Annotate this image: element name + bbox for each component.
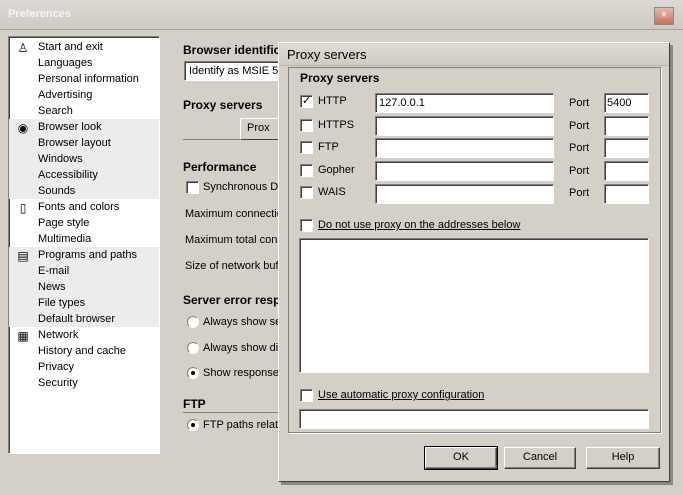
sidebar-group-browser: ◉ Browser look Browser layout Windows Ac… xyxy=(9,119,159,199)
http-server-input[interactable]: 127.0.0.1 xyxy=(375,93,554,113)
sidebar-item-search[interactable]: Search xyxy=(9,103,159,119)
window-titlebar: Preferences × xyxy=(0,0,683,30)
https-label: HTTPS xyxy=(318,119,355,131)
ftp-port-input[interactable] xyxy=(604,138,649,158)
https-checkbox[interactable] xyxy=(300,119,313,132)
close-icon[interactable]: × xyxy=(654,7,674,25)
http-port-label: Port xyxy=(569,97,590,109)
show-response-radio[interactable] xyxy=(187,367,199,379)
sidebar-group-programs: ▤ Programs and paths E-mail News File ty… xyxy=(9,247,159,327)
gopher-port-input[interactable] xyxy=(604,161,649,181)
gopher-checkbox[interactable] xyxy=(300,164,313,177)
sidebar-item-fonts-and-colors[interactable]: Fonts and colors xyxy=(9,199,159,215)
network-buffer-label: Size of network buff xyxy=(185,260,282,272)
gopher-label: Gopher xyxy=(318,164,355,176)
sidebar-group-page: ▯ Fonts and colors Page style Multimedia xyxy=(9,199,159,247)
document-icon: ▯ xyxy=(19,201,27,215)
http-label: HTTP xyxy=(318,95,347,107)
sidebar: ♙ Start and exit Languages Personal info… xyxy=(8,36,160,454)
auto-config-label: Use automatic proxy configuration xyxy=(318,389,485,401)
programs-icon: ▤ xyxy=(17,249,29,263)
person-icon: ♙ xyxy=(17,41,29,55)
auto-config-checkbox[interactable] xyxy=(300,389,313,402)
sidebar-group-network: ▦ Network History and cache Privacy Secu… xyxy=(9,327,159,391)
max-total-connections-label: Maximum total conn xyxy=(185,234,284,246)
sidebar-item-sounds[interactable]: Sounds xyxy=(9,183,159,199)
eye-icon: ◉ xyxy=(17,121,29,135)
sidebar-item-programs-and-paths[interactable]: Programs and paths xyxy=(9,247,159,263)
wais-server-input[interactable] xyxy=(375,184,554,204)
always-show-server-radio[interactable] xyxy=(187,316,199,328)
sidebar-item-advertising[interactable]: Advertising xyxy=(9,87,159,103)
always-show-dialog-radio[interactable] xyxy=(187,342,199,354)
wais-label: WAIS xyxy=(318,186,346,198)
dialog-titlebar: Proxy servers xyxy=(280,44,668,66)
sidebar-item-page-style[interactable]: Page style xyxy=(9,215,159,231)
sidebar-item-privacy[interactable]: Privacy xyxy=(9,359,159,375)
window-title: Preferences xyxy=(8,8,71,20)
server-error-heading: Server error respo xyxy=(183,293,288,307)
divider xyxy=(183,412,278,413)
sidebar-item-accessibility[interactable]: Accessibility xyxy=(9,167,159,183)
https-server-input[interactable] xyxy=(375,116,554,136)
ftp-heading: FTP xyxy=(183,397,206,411)
proxy-heading: Proxy servers xyxy=(183,98,263,112)
no-proxy-list[interactable] xyxy=(299,238,649,373)
wais-port-input[interactable] xyxy=(604,184,649,204)
dialog-title: Proxy servers xyxy=(287,47,367,62)
http-port-input[interactable]: 5400 xyxy=(604,93,649,113)
sidebar-item-browser-look[interactable]: Browser look xyxy=(9,119,159,135)
ftp-port-label: Port xyxy=(569,142,590,154)
sidebar-group-general: ♙ Start and exit Languages Personal info… xyxy=(9,39,159,119)
https-port-input[interactable] xyxy=(604,116,649,136)
help-button[interactable]: Help xyxy=(586,447,660,469)
https-port-label: Port xyxy=(569,120,590,132)
synchronous-dns-checkbox[interactable] xyxy=(186,181,199,194)
no-proxy-checkbox[interactable] xyxy=(300,219,313,232)
show-response-label: Show response xyxy=(203,367,279,379)
max-connections-label: Maximum connectio xyxy=(185,208,283,220)
ftp-label: FTP xyxy=(318,141,339,153)
proxy-servers-group-label: Proxy servers xyxy=(300,71,380,85)
no-proxy-label: Do not use proxy on the addresses below xyxy=(318,219,521,231)
sidebar-item-history-and-cache[interactable]: History and cache xyxy=(9,343,159,359)
http-checkbox[interactable]: ✓ xyxy=(300,95,313,108)
sidebar-item-languages[interactable]: Languages xyxy=(9,55,159,71)
sidebar-item-browser-layout[interactable]: Browser layout xyxy=(9,135,159,151)
sidebar-item-security[interactable]: Security xyxy=(9,375,159,391)
browser-identification-select[interactable]: Identify as MSIE 5 xyxy=(184,61,284,81)
gopher-port-label: Port xyxy=(569,165,590,177)
gopher-server-input[interactable] xyxy=(375,161,554,181)
always-show-dialog-label: Always show dia xyxy=(203,342,285,354)
sidebar-item-start-and-exit[interactable]: Start and exit xyxy=(9,39,159,55)
sidebar-item-default-browser[interactable]: Default browser xyxy=(9,311,159,327)
auto-config-url-input[interactable] xyxy=(299,409,649,429)
ftp-checkbox[interactable] xyxy=(300,141,313,154)
ftp-server-input[interactable] xyxy=(375,138,554,158)
ftp-paths-radio[interactable] xyxy=(187,419,199,431)
sidebar-item-windows[interactable]: Windows xyxy=(9,151,159,167)
sidebar-item-multimedia[interactable]: Multimedia xyxy=(9,231,159,247)
wais-checkbox[interactable] xyxy=(300,186,313,199)
sidebar-item-news[interactable]: News xyxy=(9,279,159,295)
synchronous-dns-label: Synchronous DN xyxy=(203,181,287,193)
browser-identification-heading: Browser identifica xyxy=(183,43,288,57)
sidebar-item-personal-information[interactable]: Personal information xyxy=(9,71,159,87)
sidebar-item-e-mail[interactable]: E-mail xyxy=(9,263,159,279)
network-icon: ▦ xyxy=(17,329,29,343)
wais-port-label: Port xyxy=(569,187,590,199)
sidebar-item-file-types[interactable]: File types xyxy=(9,295,159,311)
proxy-servers-dialog: Proxy servers Proxy servers ✓ HTTP 127.0… xyxy=(278,42,670,482)
always-show-server-label: Always show ser xyxy=(203,316,285,328)
ok-button[interactable]: OK xyxy=(424,446,498,470)
cancel-button[interactable]: Cancel xyxy=(504,447,576,469)
performance-heading: Performance xyxy=(183,160,257,174)
ftp-paths-label: FTP paths relati xyxy=(203,419,281,431)
sidebar-item-network[interactable]: Network xyxy=(9,327,159,343)
